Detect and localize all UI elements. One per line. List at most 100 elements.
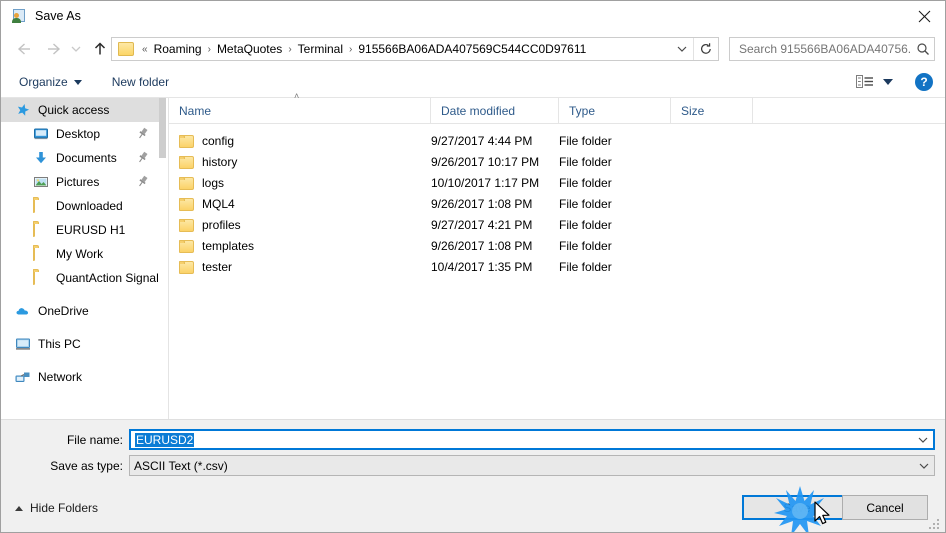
sidebar-item-network[interactable]: Network	[1, 365, 159, 389]
chevron-down-icon	[73, 79, 82, 85]
pin-icon[interactable]	[137, 175, 149, 188]
address-dropdown-button[interactable]	[671, 38, 693, 60]
sidebar-item-quantaction-signal[interactable]: QuantAction Signal	[1, 266, 159, 290]
up-button[interactable]	[88, 37, 112, 61]
search-icon[interactable]	[912, 42, 934, 56]
folder-icon	[33, 245, 49, 262]
file-size-cell	[671, 214, 753, 235]
view-layout-icon[interactable]	[856, 74, 874, 90]
sidebar-scrollbar-thumb[interactable]	[159, 98, 166, 158]
sort-ascending-icon: ˄	[294, 91, 300, 101]
chevron-down-icon	[71, 46, 81, 52]
refresh-icon	[701, 43, 711, 54]
pin-icon[interactable]	[137, 151, 149, 164]
search-input[interactable]	[737, 41, 912, 57]
save-as-type-dropdown-button[interactable]	[914, 461, 934, 471]
view-dropdown-chevron-down-icon[interactable]	[883, 79, 893, 85]
breadcrumb-item-roaming[interactable]: Roaming	[151, 41, 205, 57]
close-button[interactable]	[901, 1, 945, 31]
file-type-cell: File folder	[559, 259, 612, 274]
cancel-button[interactable]: Cancel	[842, 495, 928, 520]
sidebar-item-label: This PC	[38, 337, 81, 351]
forward-arrow-icon	[48, 43, 61, 55]
sidebar-item-pictures[interactable]: Pictures	[1, 170, 159, 194]
save-button[interactable]: Save	[742, 495, 852, 520]
column-header-date-modified[interactable]: Date modified	[431, 98, 559, 123]
sidebar-item-documents[interactable]: Documents	[1, 146, 159, 170]
this-pc-icon	[15, 336, 31, 352]
file-date-cell: 9/27/2017 4:21 PM	[431, 217, 533, 232]
table-row[interactable]: logs 10/10/2017 1:17 PM File folder	[169, 172, 945, 193]
table-row[interactable]: MQL4 9/26/2017 1:08 PM File folder	[169, 193, 945, 214]
new-folder-button[interactable]: New folder	[106, 72, 175, 92]
column-header-name[interactable]: Name ˄	[169, 91, 431, 123]
file-name-cell: logs	[169, 172, 431, 193]
sidebar-item-eurusd-h1[interactable]: EURUSD H1	[1, 218, 159, 242]
file-type-cell: File folder	[559, 196, 612, 211]
file-size-cell	[671, 256, 753, 277]
file-date-cell: 9/26/2017 10:17 PM	[431, 154, 540, 169]
recent-locations-button[interactable]	[68, 37, 84, 61]
chevron-down-icon	[919, 463, 929, 469]
file-name-label: File name:	[66, 433, 123, 447]
sidebar-item-downloaded[interactable]: Downloaded	[1, 194, 159, 218]
table-row[interactable]: templates 9/26/2017 1:08 PM File folder	[169, 235, 945, 256]
breadcrumb-item-terminal[interactable]: Terminal	[295, 41, 346, 57]
table-row[interactable]: history 9/26/2017 10:17 PM File folder	[169, 151, 945, 172]
file-type-cell: File folder	[559, 238, 612, 253]
sidebar-item-desktop[interactable]: Desktop	[1, 122, 159, 146]
pin-icon[interactable]	[137, 127, 149, 140]
file-type-cell: File folder	[559, 175, 612, 190]
close-icon	[918, 10, 930, 22]
up-arrow-icon	[94, 42, 106, 55]
title-bar: Save As	[1, 1, 945, 31]
folder-icon	[179, 135, 194, 148]
resize-grip[interactable]	[929, 517, 941, 529]
chevron-down-icon	[677, 46, 687, 52]
sidebar-item-label: Documents	[56, 151, 117, 165]
column-header-label: Size	[681, 103, 705, 118]
file-name-dropdown-button[interactable]	[913, 435, 933, 445]
star-icon	[15, 102, 31, 118]
file-name-cell: MQL4	[169, 193, 431, 214]
chevron-down-icon	[918, 437, 928, 443]
file-name-input[interactable]: EURUSD2	[129, 429, 935, 450]
breadcrumb-overflow[interactable]: «	[139, 44, 151, 55]
breadcrumb-item-instance[interactable]: 915566BA06ADA407569C544CC0D97611	[355, 41, 589, 57]
file-size-cell	[671, 172, 753, 193]
table-row[interactable]: config 9/27/2017 4:44 PM File folder	[169, 130, 945, 151]
forward-button[interactable]	[42, 37, 66, 61]
file-name-cell: profiles	[169, 214, 431, 235]
hide-folders-button[interactable]: Hide Folders	[15, 501, 98, 515]
sidebar-item-onedrive[interactable]: OneDrive	[1, 299, 159, 323]
sidebar-item-quick-access[interactable]: Quick access	[1, 98, 159, 122]
column-header-type[interactable]: Type	[559, 98, 671, 123]
back-button[interactable]	[12, 37, 36, 61]
breadcrumb: « Roaming › MetaQuotes › Terminal › 9155…	[139, 41, 671, 57]
sidebar-item-this-pc[interactable]: This PC	[1, 332, 159, 356]
sidebar-item-label: EURUSD H1	[56, 223, 126, 237]
new-folder-label: New folder	[111, 75, 170, 89]
sidebar-item-my-work[interactable]: My Work	[1, 242, 159, 266]
save-as-dialog: Save As « Roaming › MetaQuotes › Termina…	[0, 0, 946, 533]
file-name-label: profiles	[202, 217, 241, 232]
help-button[interactable]: ?	[915, 73, 933, 91]
save-as-type-select[interactable]: ASCII Text (*.csv)	[129, 455, 935, 476]
refresh-button[interactable]	[693, 38, 718, 60]
search-box[interactable]	[729, 37, 935, 61]
file-size-cell	[671, 235, 753, 256]
file-type-cell: File folder	[559, 154, 612, 169]
file-date-cell: 10/4/2017 1:35 PM	[431, 259, 533, 274]
documents-download-icon	[33, 150, 49, 166]
pictures-icon	[33, 174, 49, 190]
breadcrumb-item-metaquotes[interactable]: MetaQuotes	[214, 41, 285, 57]
save-as-type-value: ASCII Text (*.csv)	[134, 458, 228, 473]
column-header-size[interactable]: Size	[671, 98, 753, 123]
file-date-cell: 9/26/2017 1:08 PM	[431, 196, 533, 211]
address-bar[interactable]: « Roaming › MetaQuotes › Terminal › 9155…	[111, 37, 719, 61]
organize-button[interactable]: Organize	[13, 72, 88, 92]
sidebar-item-label: Pictures	[56, 175, 100, 189]
sidebar-scrollbar[interactable]	[159, 98, 169, 419]
table-row[interactable]: tester 10/4/2017 1:35 PM File folder	[169, 256, 945, 277]
table-row[interactable]: profiles 9/27/2017 4:21 PM File folder	[169, 214, 945, 235]
